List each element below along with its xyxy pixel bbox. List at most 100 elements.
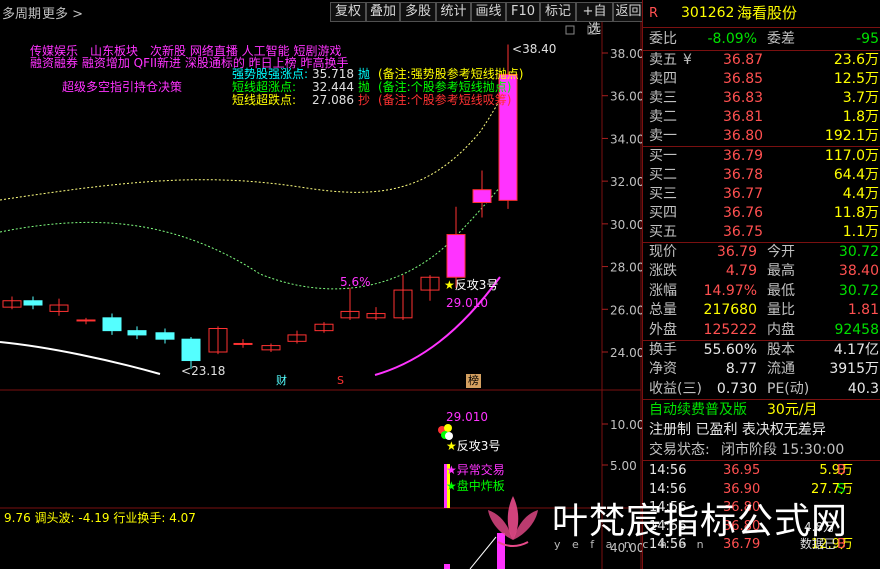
toolbar-button-2[interactable]: 多股: [400, 2, 436, 22]
candle-body: [127, 330, 147, 336]
buy-volume: 4.4万: [842, 186, 879, 202]
sub-tag-abnormal: ★异常交易: [446, 463, 505, 477]
buy-label: 买四: [649, 205, 677, 221]
buy-row: 买一 36.79 117.0万: [643, 147, 880, 166]
buy-volume: 11.8万: [833, 205, 879, 221]
period-selector[interactable]: 多周期: [2, 3, 41, 22]
r-marker: R: [649, 6, 659, 21]
sell-price: 36.80: [723, 128, 764, 144]
buy-price: 36.78: [723, 167, 764, 183]
indicator-line: 9.76 调头波: -4.19 行业换手: 4.07: [4, 511, 196, 525]
stat-label: 外盘: [649, 321, 677, 338]
buy-volume: 117.0万: [824, 148, 879, 164]
sell-row: 卖三 36.83 3.7万: [643, 89, 880, 108]
ma-line: [0, 341, 161, 375]
buy-row: 买四 36.76 11.8万: [643, 204, 880, 223]
weicha-value: -95: [856, 31, 879, 47]
candle-body: [155, 332, 175, 340]
sell-price: 36.81: [723, 109, 764, 125]
stat-value: 14.97%: [703, 282, 757, 299]
sell-label: 卖五: [649, 52, 677, 68]
buy-label: 买五: [649, 224, 677, 240]
watermark-sub: y e f a n c h e n: [554, 538, 708, 551]
stat-value: 125222: [703, 321, 757, 338]
stock-name[interactable]: 海看股份: [737, 4, 797, 23]
sell-price: 36.87: [723, 52, 764, 68]
sell-volume: 12.5万: [833, 71, 879, 87]
fund-value: 40.3: [847, 380, 879, 397]
sell-mark: ¥: [683, 52, 692, 68]
stat-label: 现价: [649, 244, 677, 260]
price-axis-label: 32.00: [610, 175, 642, 189]
sell-row: 卖一 36.80 192.1万: [643, 127, 880, 146]
stat-value: 4.79: [725, 263, 757, 280]
fund-row: 净资 8.77 流通 3915万: [643, 360, 880, 379]
more-menu[interactable]: 更多 >: [42, 3, 83, 22]
buy-price: 36.79: [723, 148, 764, 164]
trade-row: 14:56 36.95 5.9万 B: [643, 462, 880, 480]
tag-s: S: [337, 374, 344, 387]
signal-flag: 抄: [358, 93, 371, 107]
stat-row: 涨跌 4.79 最高 38.40: [643, 262, 880, 281]
sub-price-label: 29.010: [446, 410, 488, 424]
candle-body: [181, 338, 201, 362]
sell-volume: 192.1万: [824, 128, 879, 144]
fund-value: 0.730: [716, 380, 757, 397]
stat-row: 总量 217680 量比 1.81: [643, 301, 880, 320]
vol-axis-label: 5.00: [610, 459, 637, 473]
promo-row[interactable]: 自动续费普及版 30元/月: [643, 401, 880, 420]
buy-row: 买三 36.77 4.4万: [643, 185, 880, 204]
toolbar-button-8[interactable]: 返回: [613, 2, 644, 22]
price-axis-label: 34.00: [610, 132, 642, 146]
toolbar-button-7[interactable]: +自选: [576, 2, 613, 37]
close-pane-icon: [587, 25, 597, 35]
buy-label: 买三: [649, 186, 677, 202]
buy-row: 买五 36.75 1.1万: [643, 223, 880, 242]
toolbar-button-6[interactable]: 标记: [540, 2, 576, 22]
indicator-v2: -4.19: [78, 511, 110, 525]
toolbar-button-1[interactable]: 叠加: [366, 2, 400, 22]
toolbar-button-5[interactable]: F10: [506, 2, 540, 22]
trade-status-row: 交易状态: 闭市阶段 15:30:00: [643, 441, 880, 460]
fund-row: 换手 55.60% 股本 4.17亿: [643, 341, 880, 360]
fund-label: 股本: [767, 342, 795, 358]
price-axis-label: 36.00: [610, 90, 642, 104]
fund-value: 55.60%: [703, 342, 757, 358]
price-axis-label: 30.00: [610, 218, 642, 232]
stat-value: 217680: [703, 302, 757, 319]
weibi-value: -8.09%: [707, 31, 757, 47]
toolbar-button-4[interactable]: 画线: [471, 2, 506, 22]
sell-row: 卖四 36.85 12.5万: [643, 70, 880, 89]
toolbar-button-0[interactable]: 复权: [330, 2, 366, 22]
buy-price: 36.75: [723, 224, 764, 240]
toolbar-button-3[interactable]: 统计: [436, 2, 471, 22]
tag-bang: 榜: [466, 374, 481, 388]
weibi-label: 委比: [649, 31, 677, 47]
stat-value: 36.79: [716, 244, 757, 260]
watermark: 叶梵宸指标公式网 y e f a n c h e n: [478, 488, 878, 558]
stat-value: 38.40: [838, 263, 879, 280]
stock-code[interactable]: 301262: [681, 4, 734, 23]
weibi-row: 委比 -8.09% 委差 -95: [643, 30, 880, 49]
high-price-value: 38.40: [522, 42, 557, 56]
sell-volume: 3.7万: [842, 90, 879, 106]
fund-value: 8.77: [725, 361, 757, 378]
buy-price: 36.77: [723, 186, 764, 202]
candle-body: [76, 319, 96, 322]
fund-label: 流通: [767, 361, 795, 378]
lotus-logo: [488, 496, 538, 547]
stat-label: 今开: [767, 244, 795, 260]
sell-label: 卖四: [649, 71, 677, 87]
buy-volume: 64.4万: [833, 167, 879, 183]
signal-note: (备注:个股参考短线吸筹): [378, 93, 512, 107]
more-label: 更多: [42, 7, 69, 22]
divider: [643, 27, 880, 28]
star-icon: ★: [444, 278, 455, 292]
fangong-tag: ★反攻3号: [444, 278, 498, 292]
buy-volume: 1.1万: [842, 224, 879, 240]
sell-row: 卖二 36.81 1.8万: [643, 108, 880, 127]
signal-value: 27.086: [312, 93, 354, 107]
candle-body: [102, 317, 122, 332]
strategy-label: 超级多空指引持仓决策: [62, 80, 183, 94]
sell-label: 卖一: [649, 128, 677, 144]
